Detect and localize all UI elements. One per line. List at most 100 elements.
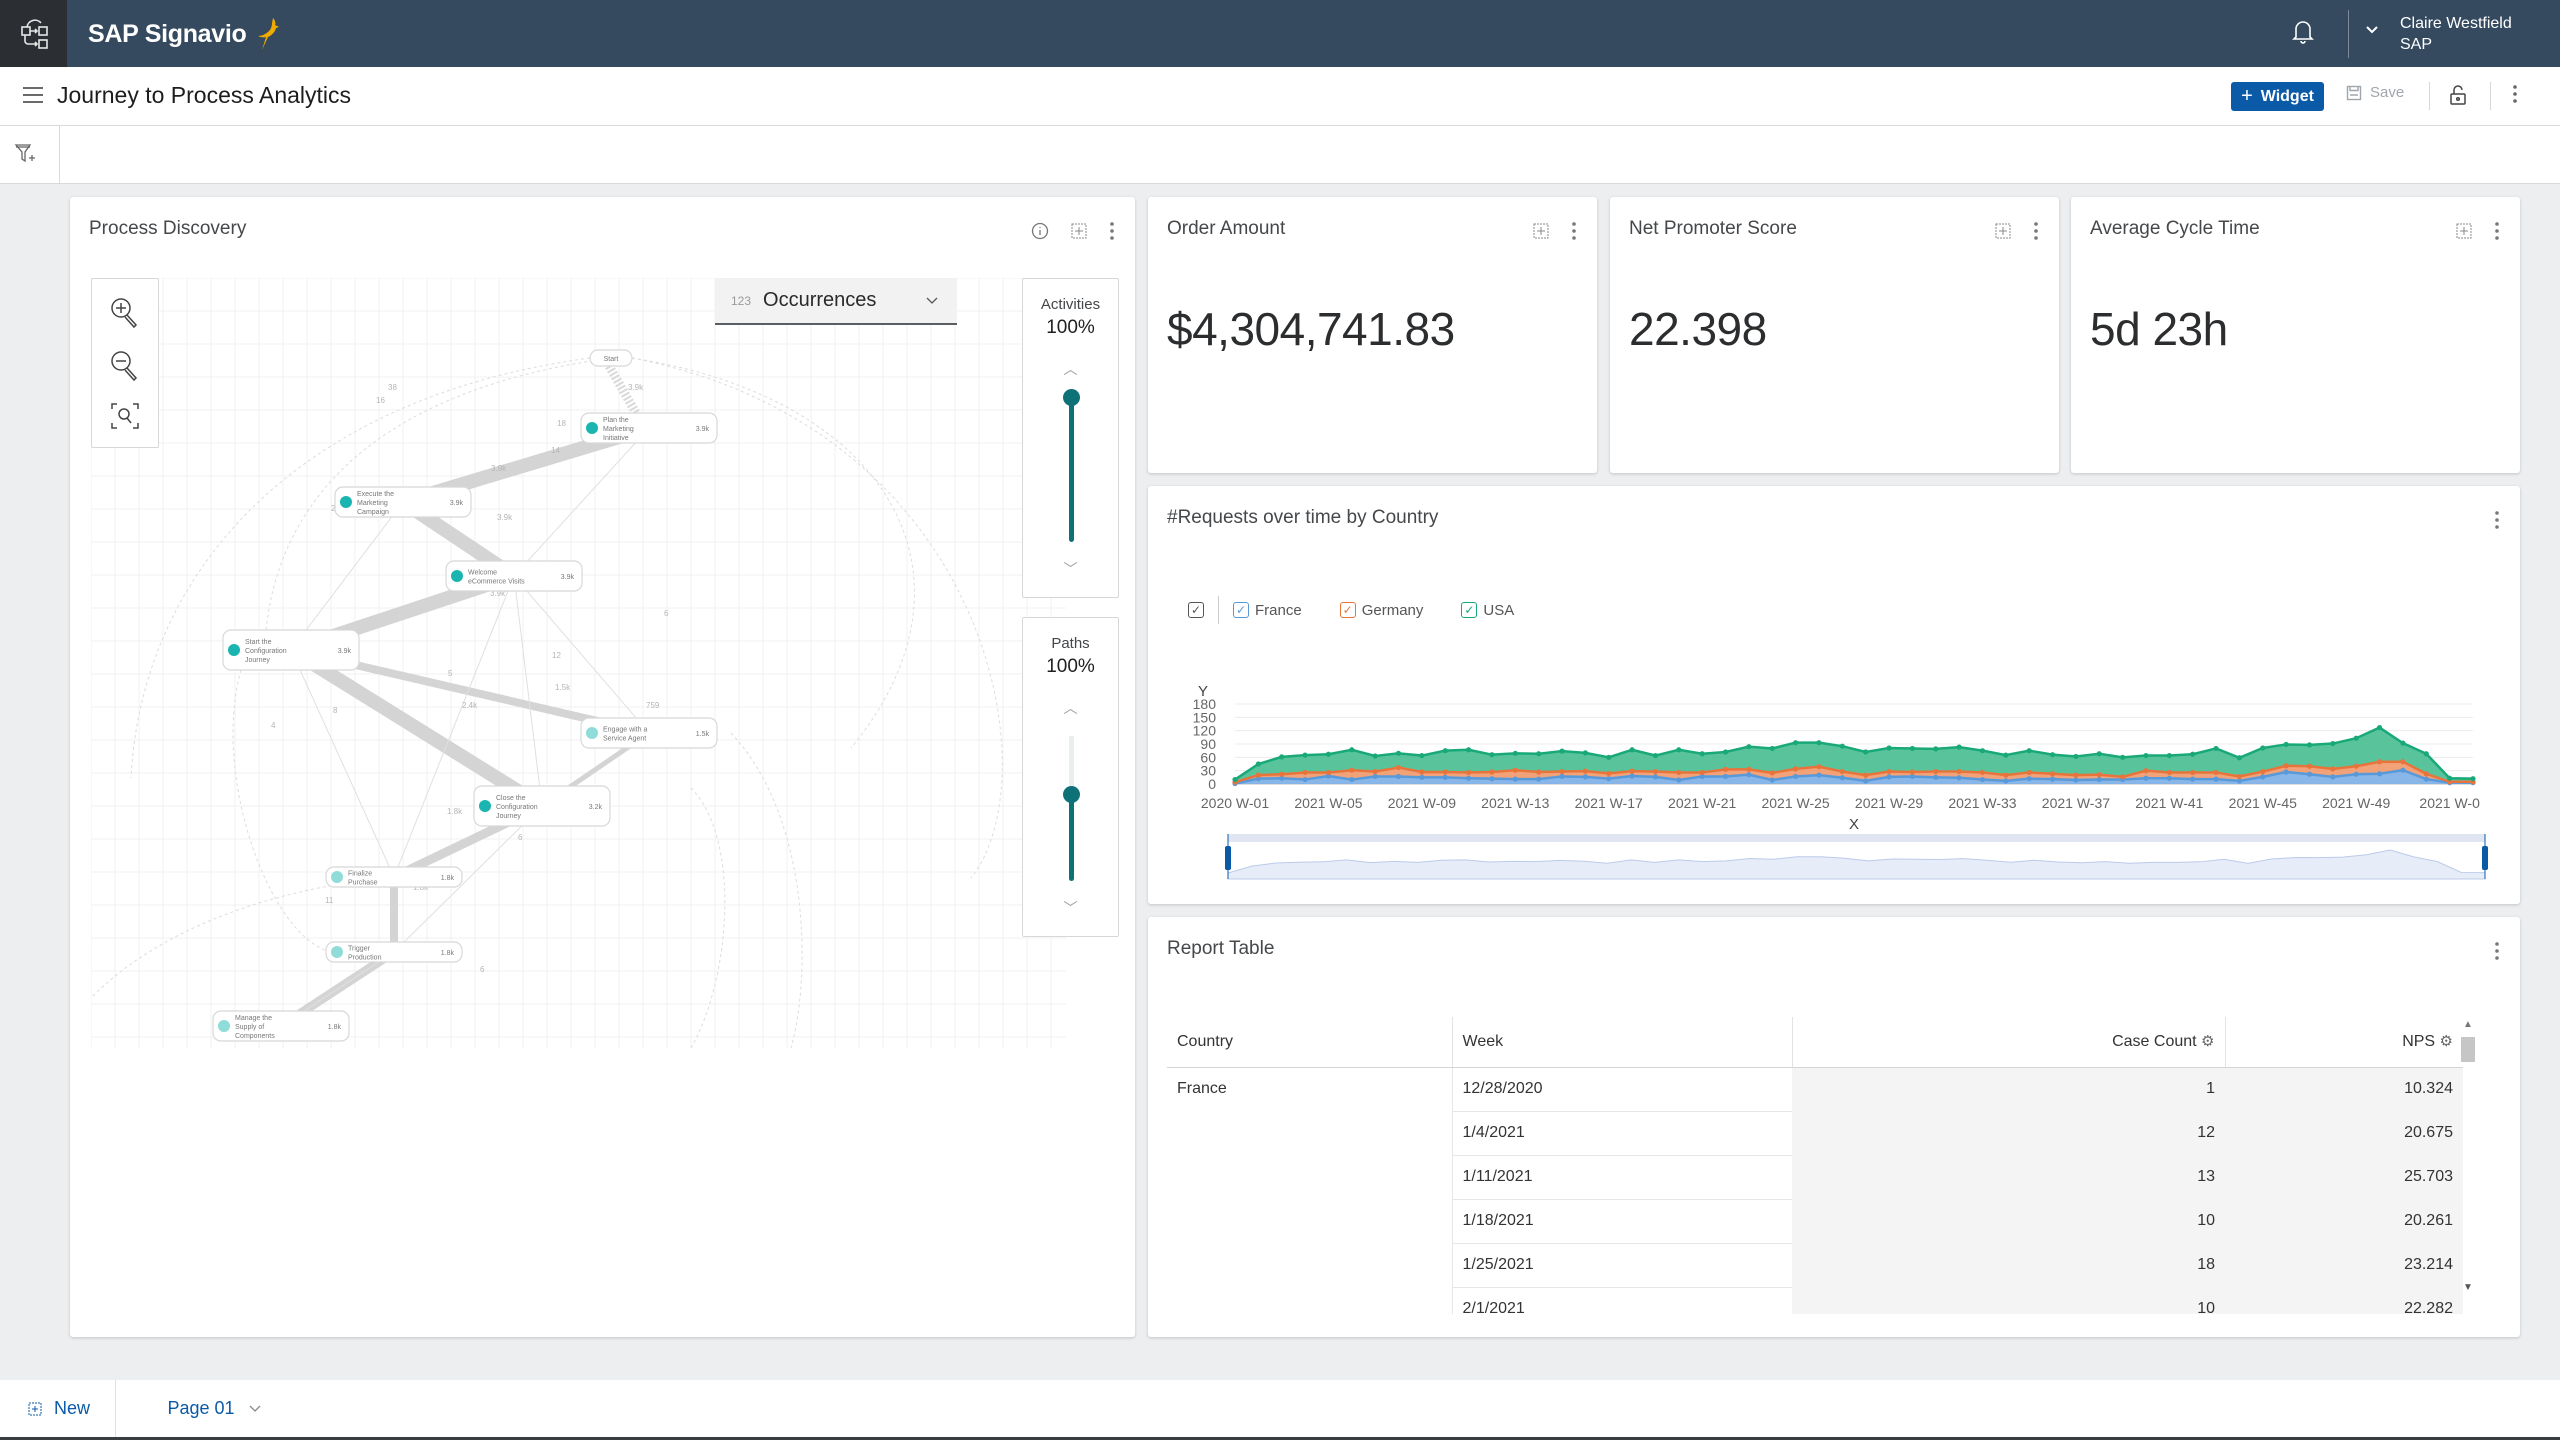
widget-menu-button[interactable]	[1109, 221, 1115, 241]
data-point-germany[interactable]	[2400, 759, 2406, 765]
expand-button[interactable]	[1995, 223, 2011, 239]
data-point-germany[interactable]	[1302, 769, 1308, 776]
data-point-germany[interactable]	[1512, 767, 1518, 773]
data-point-france[interactable]	[1816, 772, 1822, 778]
data-point-germany[interactable]	[2073, 772, 2079, 778]
data-point-usa[interactable]	[2166, 752, 2172, 759]
activity-node[interactable]: Engage with a Service Agent 1.5k	[580, 717, 718, 749]
data-point-usa[interactable]	[1956, 744, 1962, 750]
zoom-in-button[interactable]	[109, 296, 141, 330]
data-point-usa[interactable]	[1559, 748, 1565, 754]
data-point-germany[interactable]	[1746, 766, 1752, 772]
expand-button[interactable]	[1071, 223, 1087, 239]
data-point-usa[interactable]	[1536, 751, 1542, 757]
data-point-france[interactable]	[1606, 776, 1612, 782]
data-point-france[interactable]	[1302, 776, 1308, 783]
select-all-checkbox[interactable]: ✓	[1188, 602, 1204, 618]
column-header-case-count[interactable]: Case Count ⚙	[1791, 1017, 2225, 1068]
data-point-usa[interactable]	[2423, 751, 2429, 757]
activity-node[interactable]: Finalize Purchase 1.8k	[325, 866, 463, 888]
data-point-france[interactable]	[1536, 776, 1542, 782]
data-point-germany[interactable]	[2026, 769, 2032, 776]
data-point-france[interactable]	[1722, 773, 1729, 780]
data-point-usa[interactable]	[2073, 753, 2079, 760]
save-button[interactable]: Save	[2346, 84, 2404, 101]
data-point-usa[interactable]	[2190, 751, 2196, 757]
data-point-germany[interactable]	[1722, 766, 1729, 772]
activity-node[interactable]: Execute the Marketing Campaign 3.9k	[334, 486, 472, 518]
data-point-germany[interactable]	[2353, 763, 2359, 769]
activity-node[interactable]: Manage the Supply of Components 1.8k	[212, 1010, 350, 1042]
data-point-germany[interactable]	[1979, 769, 1986, 776]
paths-slider-handle[interactable]	[1063, 786, 1080, 803]
data-point-germany[interactable]	[1279, 771, 1285, 777]
table-scrollbar[interactable]: ▲ ▼	[2459, 1017, 2477, 1302]
data-point-usa[interactable]	[1279, 754, 1285, 760]
expand-button[interactable]	[2456, 223, 2472, 239]
data-point-germany[interactable]	[2120, 774, 2126, 780]
table-row[interactable]: 1/18/2021 10 20.261	[1167, 1198, 2463, 1243]
data-point-usa[interactable]	[1699, 751, 1705, 757]
legend-item-germany[interactable]: ✓ Germany	[1339, 602, 1423, 619]
activity-node[interactable]: Start the Configuration Journey 3.9k	[222, 629, 360, 671]
data-point-france[interactable]	[1489, 776, 1495, 782]
data-point-usa[interactable]	[2026, 748, 2032, 754]
activity-node[interactable]: Close the Configuration Journey 3.2k	[473, 785, 611, 827]
data-point-usa[interactable]	[1979, 748, 1986, 754]
data-point-usa[interactable]	[1769, 745, 1775, 752]
data-point-usa[interactable]	[1886, 745, 1892, 751]
data-point-usa[interactable]	[1232, 776, 1238, 783]
data-point-germany[interactable]	[1395, 764, 1402, 771]
data-point-germany[interactable]	[1863, 772, 1869, 778]
data-point-germany[interactable]	[1255, 772, 1261, 778]
data-point-germany[interactable]	[1839, 768, 1845, 775]
data-point-france[interactable]	[1559, 773, 1565, 780]
activities-increase-button[interactable]: ︿	[1023, 359, 1118, 379]
data-point-germany[interactable]	[2003, 772, 2009, 778]
data-point-germany[interactable]	[2166, 769, 2172, 776]
data-point-france[interactable]	[1582, 774, 1588, 780]
data-point-germany[interactable]	[2330, 766, 2336, 772]
data-point-germany[interactable]	[1652, 768, 1659, 775]
data-point-usa[interactable]	[2143, 752, 2149, 759]
data-point-usa[interactable]	[1839, 743, 1845, 749]
process-graph-canvas[interactable]: 3.9k3816183.9k143.9k223.9k6121.5k2.4k584…	[91, 278, 1066, 1048]
data-point-usa[interactable]	[1652, 752, 1659, 759]
data-point-france[interactable]	[1956, 775, 1962, 781]
paths-increase-button[interactable]: ︿	[1023, 698, 1118, 718]
data-point-usa[interactable]	[1629, 747, 1635, 753]
data-point-usa[interactable]	[1255, 761, 1261, 767]
data-point-germany[interactable]	[1956, 768, 1962, 775]
brand-logo[interactable]: SAP Signavio	[88, 16, 283, 52]
table-row[interactable]: 1/4/2021 12 20.675	[1167, 1110, 2463, 1155]
data-point-usa[interactable]	[2260, 745, 2266, 751]
paths-decrease-button[interactable]: ﹀	[1023, 898, 1118, 918]
data-point-france[interactable]	[1909, 773, 1915, 780]
data-point-usa[interactable]	[1676, 747, 1682, 753]
data-point-usa[interactable]	[1909, 745, 1915, 752]
data-point-france[interactable]	[2306, 771, 2313, 777]
data-point-germany[interactable]	[1629, 768, 1635, 774]
activity-node[interactable]: Trigger Production 1.8k	[325, 941, 463, 963]
data-point-usa[interactable]	[1722, 749, 1729, 755]
data-point-france[interactable]	[2143, 775, 2149, 781]
data-point-germany[interactable]	[2423, 771, 2429, 777]
data-point-germany[interactable]	[2190, 769, 2196, 776]
start-node[interactable]: Start	[589, 349, 633, 367]
data-point-france[interactable]	[1793, 773, 1799, 780]
range-end-handle[interactable]	[2482, 846, 2488, 870]
data-point-france[interactable]	[2003, 778, 2009, 784]
activity-node[interactable]: Plan the Marketing Initiative 3.9k	[580, 412, 718, 444]
data-point-usa[interactable]	[2283, 741, 2289, 748]
data-point-germany[interactable]	[1909, 769, 1915, 775]
notifications-button[interactable]	[2292, 18, 2314, 44]
table-row[interactable]: 2/1/2021 10 22.282	[1167, 1286, 2463, 1314]
data-point-germany[interactable]	[1349, 767, 1355, 773]
tab-page-01[interactable]: Page 01	[130, 1380, 298, 1440]
widget-menu-button[interactable]	[1571, 221, 1577, 241]
data-point-usa[interactable]	[1512, 750, 1518, 756]
data-point-france[interactable]	[2330, 774, 2336, 780]
graph-edge[interactable]	[287, 644, 546, 812]
data-point-usa[interactable]	[2003, 752, 2009, 758]
data-point-usa[interactable]	[2120, 754, 2126, 760]
